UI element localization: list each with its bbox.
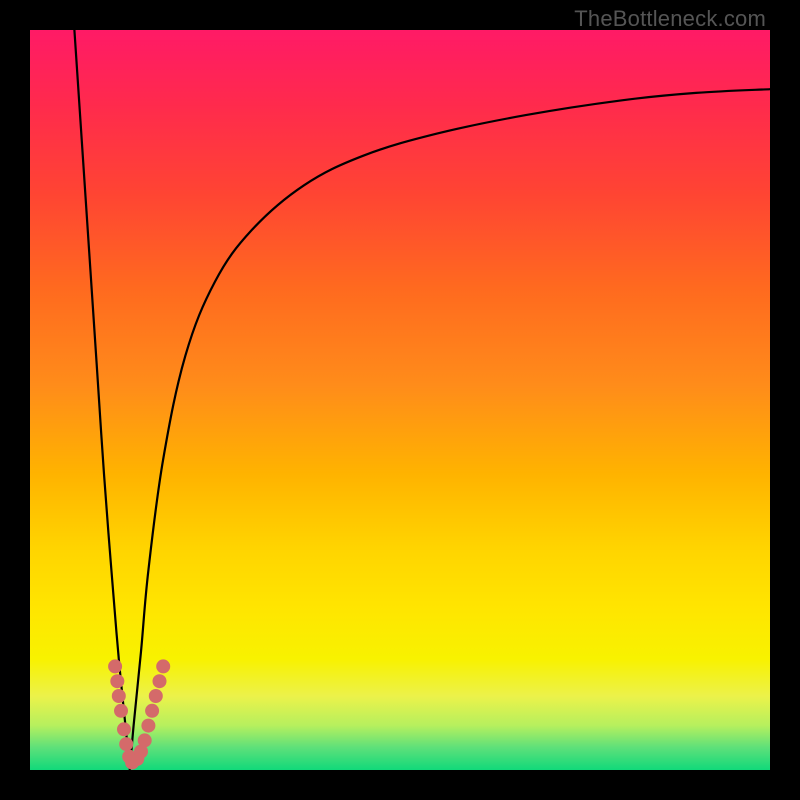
valley-dot — [153, 674, 167, 688]
valley-dot — [110, 674, 124, 688]
valley-dot — [156, 659, 170, 673]
valley-dot — [141, 719, 155, 733]
watermark-text: TheBottleneck.com — [574, 6, 766, 32]
curve-left-branch — [74, 30, 129, 770]
curves-layer — [30, 30, 770, 770]
curve-right-branch — [130, 89, 770, 770]
chart-frame: TheBottleneck.com — [0, 0, 800, 800]
plot-area — [30, 30, 770, 770]
valley-dot — [138, 733, 152, 747]
valley-dot — [114, 704, 128, 718]
valley-dot — [149, 689, 163, 703]
valley-dot — [112, 689, 126, 703]
valley-dot — [108, 659, 122, 673]
valley-dot — [145, 704, 159, 718]
valley-dot — [119, 737, 133, 751]
valley-dot — [117, 722, 131, 736]
